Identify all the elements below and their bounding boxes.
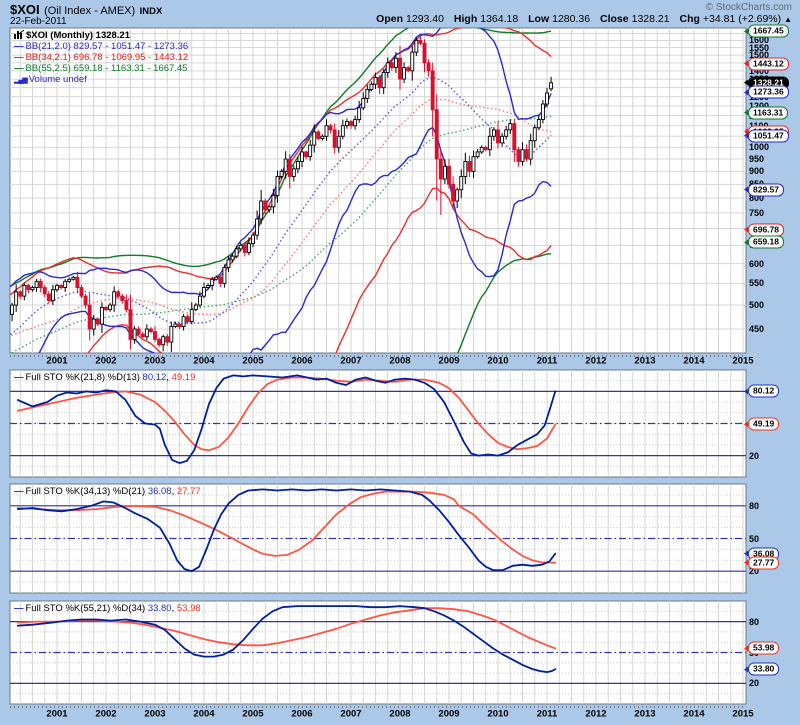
legend-bb34: —BB(34,2.1) 696.78 - 1069.95 - 1443.12 [14, 52, 188, 63]
price-badge: 696.78 [748, 223, 784, 236]
sto1-k-value: 80.12 [143, 372, 167, 383]
legend-title-row: $XOI (Monthly) 1328.21 [14, 30, 188, 41]
x-axis-year-label: 2015 [732, 356, 753, 367]
legend-bb21: —BB(21,2.0) 829.57 - 1051.47 - 1273.36 [14, 41, 188, 52]
y-axis-tick-label: 750 [749, 208, 764, 218]
sto1-d-value: 49.19 [172, 372, 196, 383]
sto2-k-value: 36.08 [148, 486, 172, 497]
sto3-d-value: 53.98 [177, 603, 201, 614]
x-axis-year-label: 2009 [438, 709, 459, 720]
x-axis-year-label: 2003 [144, 356, 165, 367]
bb55-line-sample: — [14, 63, 24, 74]
sto-d-badge: 53.98 [748, 642, 779, 655]
bb34-values: BB(34,2.1) 696.78 - 1069.95 - 1443.12 [26, 52, 189, 63]
bb55-values: BB(55,2.5) 659.18 - 1163.31 - 1667.45 [26, 63, 188, 74]
sto-tick-label: 80 [749, 617, 759, 627]
x-axis-year-label: 2002 [95, 709, 116, 720]
x-axis-year-label: 2005 [242, 356, 263, 367]
x-axis-year-label: 2006 [291, 356, 312, 367]
x-axis-year-label: 2010 [487, 709, 508, 720]
sto2-d-value: 27.77 [177, 486, 201, 497]
x-axis-year-label: 2004 [193, 709, 214, 720]
x-axis-year-label: 2010 [487, 356, 508, 367]
y-axis-tick-label: 500 [749, 300, 764, 310]
sto-tick-label: 20 [749, 678, 759, 688]
x-axis-year-label: 2011 [537, 356, 558, 367]
sto-d-badge: 49.19 [748, 418, 779, 431]
chart-style-icon [14, 30, 26, 41]
y-axis-tick-label: 600 [749, 259, 764, 269]
sto-d-badge: 27.77 [748, 556, 779, 569]
x-axis-year-label: 2013 [634, 356, 655, 367]
main-chart-legend: $XOI (Monthly) 1328.21 —BB(21,2.0) 829.5… [14, 30, 188, 86]
x-axis-year-label: 2015 [732, 709, 753, 720]
x-axis-year-label: 2014 [683, 709, 704, 720]
x-axis-year-label: 2005 [242, 709, 263, 720]
x-axis-year-label: 2006 [291, 709, 312, 720]
x-axis-year-label: 2011 [537, 709, 558, 720]
x-axis-year-label: 2009 [438, 356, 459, 367]
x-axis-year-label: 2001 [46, 709, 67, 720]
sto2-line-sample: — [14, 486, 24, 497]
sto-k-badge: 80.12 [748, 385, 779, 398]
x-axis-year-label: 2007 [340, 356, 361, 367]
volume-label: Volume undef [29, 74, 87, 85]
y-axis-tick-label: 450 [749, 324, 764, 334]
x-axis-year-label: 2007 [340, 709, 361, 720]
price-badge: 829.57 [748, 183, 784, 196]
price-badge: 1273.36 [748, 86, 789, 99]
y-axis-tick-label: 550 [749, 278, 764, 288]
sto-tick-label: 80 [749, 501, 759, 511]
y-axis-tick-label: 950 [749, 154, 764, 164]
bb21-values: BB(21,2.0) 829.57 - 1051.47 - 1273.36 [26, 41, 189, 52]
price-badge: 1051.47 [748, 129, 789, 142]
x-axis-year-label: 2012 [585, 709, 606, 720]
sto1-label: Full STO %K(21,8) %D(13) [26, 372, 143, 383]
x-axis-year-label: 2002 [95, 356, 116, 367]
price-badge: 1163.31 [748, 106, 788, 119]
sto2-label: Full STO %K(34,13) %D(21) [26, 486, 148, 497]
sto3-label: Full STO %K(55,21) %D(34) [26, 603, 148, 614]
sto3-line-sample: — [14, 603, 24, 614]
x-axis-year-label: 2008 [389, 709, 410, 720]
stockcharts-page: 4505005506006507007508008509009501000105… [0, 0, 800, 725]
x-axis-year-label: 2003 [144, 709, 165, 720]
x-axis-year-label: 2013 [634, 709, 655, 720]
sto3-k-value: 33.80 [148, 603, 172, 614]
bb34-line-sample: — [14, 52, 24, 63]
sto-tick-label: 50 [749, 534, 759, 544]
legend-volume: ▂▄▆Volume undef [14, 74, 188, 86]
price-badge: 1443.12 [748, 57, 789, 70]
x-axis-year-label: 2012 [585, 356, 606, 367]
sto-tick-label: 20 [749, 451, 759, 461]
sto-k-badge: 33.80 [748, 663, 779, 676]
sto1-line-sample: — [14, 372, 24, 383]
legend-bb55: —BB(55,2.5) 659.18 - 1163.31 - 1667.45 [14, 63, 188, 74]
legend-title: $XOI (Monthly) 1328.21 [26, 30, 130, 41]
x-axis-year-label: 2004 [193, 356, 214, 367]
sto-panel-2-legend: —Full STO %K(34,13) %D(21) 36.08, 27.77 [14, 486, 201, 497]
volume-icon: ▂▄▆ [14, 77, 27, 84]
x-axis-year-label: 2001 [46, 356, 67, 367]
y-axis-tick-label: 1000 [749, 142, 769, 152]
sto-panel-1-legend: —Full STO %K(21,8) %D(13) 80.12, 49.19 [14, 372, 195, 383]
x-axis-year-label: 2008 [389, 356, 410, 367]
y-axis-tick-label: 900 [749, 166, 764, 176]
sto-panel-3-legend: —Full STO %K(55,21) %D(34) 33.80, 53.98 [14, 603, 201, 614]
chart-labels-layer: 4505005506006507007508008509009501000105… [0, 0, 800, 725]
x-axis-year-label: 2014 [683, 356, 704, 367]
price-badge: 659.18 [748, 236, 784, 249]
price-badge: 1667.45 [748, 25, 789, 38]
bb21-line-sample: — [14, 41, 24, 52]
